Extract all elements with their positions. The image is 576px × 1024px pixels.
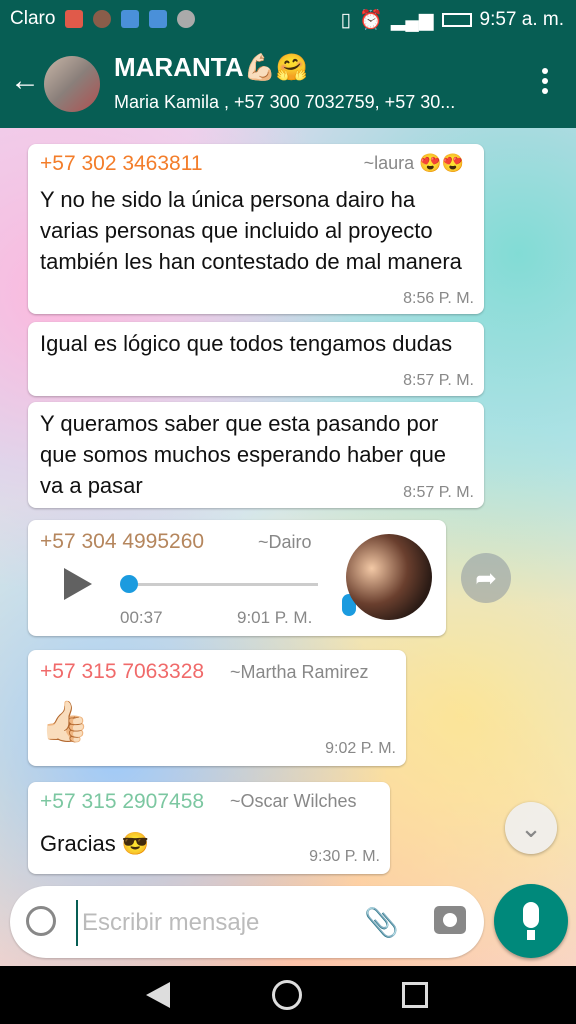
nav-home-icon[interactable] [272,980,302,1010]
message-time: 9:30 P. M. [309,848,380,865]
sender-alias: ~Dairo [258,532,312,552]
chat-area[interactable]: +57 302 3463811 ~laura 😍😍 Y no he sido l… [0,128,576,966]
wifi-icon [149,10,168,28]
vibrate-icon: ▯ [340,9,352,31]
gmail-icon [65,10,84,28]
gallery-icon [121,10,140,28]
message-bubble[interactable]: +57 315 2907458 ~Oscar Wilches Gracias 😎… [28,782,390,874]
message-time: 8:56 P. M. [403,290,474,307]
sender-phone[interactable]: +57 302 3463811 [40,152,203,176]
nav-back-icon[interactable] [146,982,170,1008]
message-bubble[interactable]: +57 315 7063328 ~Martha Ramirez 👍🏻 9:02 … [28,650,406,766]
message-time: 9:02 P. M. [325,740,396,757]
message-text: Y no he sido la única persona dairo ha v… [40,187,462,274]
sender-alias: ~Oscar Wilches [230,791,357,811]
message-time: 8:57 P. M. [403,372,474,389]
chat-header: ← MARANTA💪🏻🤗 Maria Kamila , +57 300 7032… [0,38,576,128]
system-nav-bar [0,966,576,1024]
signal-icon: ▂▄▆ [390,9,434,31]
play-icon[interactable] [64,568,92,600]
voice-progress-track[interactable] [126,583,318,586]
voice-duration: 00:37 [120,608,163,627]
attach-icon[interactable]: 📎 [364,906,399,939]
sender-phone[interactable]: +57 315 2907458 [40,790,204,814]
mic-icon [523,902,539,928]
message-time: 9:01 P. M. [237,608,313,627]
message-text: Gracias 😎 [40,831,150,856]
sender-phone[interactable]: +57 304 4995260 [40,530,204,554]
scroll-down-button[interactable]: ⌄ [505,802,557,854]
message-composer: 📎 [10,886,484,958]
battery-icon [441,13,472,27]
group-avatar[interactable] [44,56,100,112]
group-title[interactable]: MARANTA💪🏻🤗 [114,52,308,83]
voice-record-button[interactable] [494,884,568,958]
camera-icon[interactable] [434,906,466,934]
message-time: 8:57 P. M. [403,484,474,501]
warning-icon [177,10,196,28]
message-bubble[interactable]: Igual es lógico que todos tengamos dudas… [28,322,484,396]
carrier-label: Claro [10,8,56,29]
sender-avatar[interactable] [346,534,432,620]
emoji-icon[interactable] [26,906,56,936]
back-arrow-icon[interactable]: ← [10,66,40,96]
message-input[interactable] [76,900,354,946]
photo-icon [93,10,112,28]
message-bubble[interactable]: Y queramos saber que esta pasando por qu… [28,402,484,508]
voice-progress-knob[interactable] [120,575,138,593]
clock: 9:57 a. m. [479,9,565,30]
alarm-icon: ⏰ [359,10,383,31]
voice-message-bubble[interactable]: +57 304 4995260 ~Dairo 00:37 9:01 P. M. [28,520,446,636]
message-text: Igual es lógico que todos tengamos dudas [40,331,453,356]
status-bar: Claro ▯ ⏰ ▂▄▆ 9:57 a. m. [0,0,576,38]
sender-alias: ~laura 😍😍 [363,153,464,173]
nav-recents-icon[interactable] [402,982,428,1008]
group-members[interactable]: Maria Kamila , +57 300 7032759, +57 30..… [114,92,514,113]
message-bubble[interactable]: +57 302 3463811 ~laura 😍😍 Y no he sido l… [28,144,484,314]
forward-icon[interactable]: ➦ [461,553,511,603]
sender-alias: ~Martha Ramirez [230,662,369,682]
more-options-icon[interactable] [542,68,548,98]
sender-phone[interactable]: +57 315 7063328 [40,660,204,684]
thumbs-up-emoji: 👍🏻 [40,700,90,744]
